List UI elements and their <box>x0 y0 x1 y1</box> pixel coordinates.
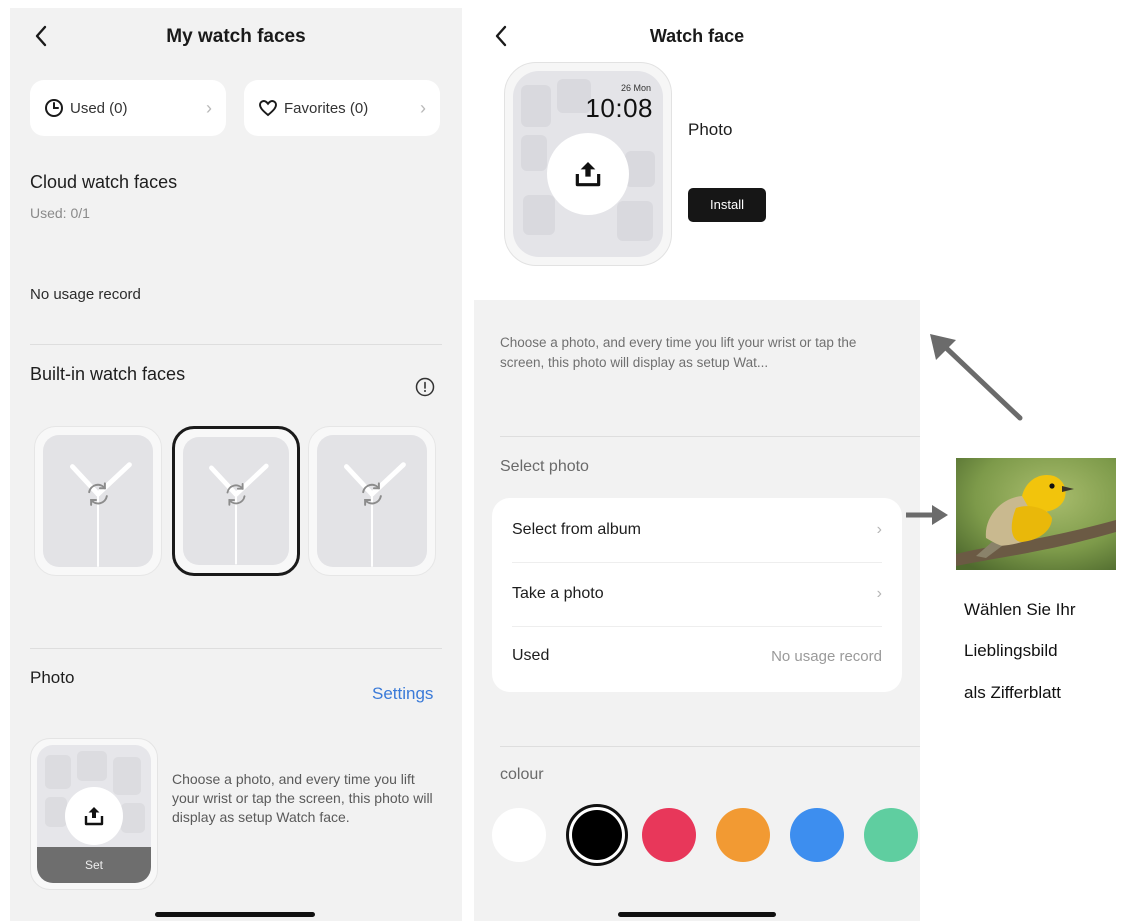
info-icon[interactable] <box>414 376 436 398</box>
upload-button[interactable] <box>547 133 629 215</box>
divider <box>30 648 442 649</box>
watch-date: 26 Mon <box>620 83 651 93</box>
set-button[interactable]: Set <box>37 847 151 883</box>
divider <box>500 436 920 437</box>
used-pill-label: Used (0) <box>70 99 128 117</box>
chevron-right-icon: › <box>420 97 426 118</box>
cloud-title: Cloud watch faces <box>30 172 178 192</box>
photo-face-card[interactable]: Set <box>30 738 158 890</box>
builtin-title: Built-in watch faces <box>30 364 186 384</box>
annotation-line-1: Wählen Sie Ihr <box>964 600 1140 620</box>
upload-icon <box>575 162 601 187</box>
select-from-album-row[interactable]: Select from album › <box>492 498 902 562</box>
annotation-text: Wählen Sie Ihr <box>964 600 1076 619</box>
photo-face-preview: Set <box>37 745 151 883</box>
install-button[interactable]: Install <box>688 188 766 222</box>
row-label: Select from album <box>512 521 641 538</box>
photo-description: Choose a photo, and every time you lift … <box>172 771 433 825</box>
favorites-pill[interactable]: Favorites (0) › <box>244 80 440 136</box>
annotation-line-2: Lieblingsbild <box>964 641 1058 660</box>
watch-face-preview <box>43 435 153 567</box>
heart-icon <box>259 100 277 117</box>
swatch-fill <box>572 810 622 860</box>
home-indicator <box>155 912 315 917</box>
arrow-icon <box>930 334 1023 421</box>
face-description: Choose a photo, and every time you lift … <box>500 335 857 370</box>
colour-swatch-orange[interactable] <box>716 808 770 862</box>
settings-link[interactable]: Settings <box>372 684 433 704</box>
upload-icon <box>84 807 104 826</box>
watch-time: 10:08 <box>585 93 653 123</box>
used-pill[interactable]: Used (0) › <box>30 80 226 136</box>
chevron-right-icon: › <box>876 521 882 538</box>
no-usage-record: No usage record <box>30 286 141 303</box>
cloud-used: Used: 0/1 <box>30 205 90 221</box>
chevron-right-icon: › <box>206 97 212 118</box>
colour-swatch-blue[interactable] <box>790 808 844 862</box>
clock-icon <box>45 99 63 117</box>
colour-swatch-red[interactable] <box>642 808 696 862</box>
page-title: Watch face <box>649 26 745 46</box>
colour-swatch-green[interactable] <box>864 808 918 862</box>
upload-button[interactable] <box>65 787 123 845</box>
colour-swatch-black-selected[interactable] <box>566 804 628 866</box>
right-screen: Watch face 26 Mon 10:08 Photo Install Ch… <box>474 8 920 921</box>
used-value: No usage record <box>771 647 882 665</box>
chevron-right-icon: › <box>876 585 882 602</box>
divider <box>500 746 920 747</box>
builtin-face-3[interactable] <box>308 426 436 576</box>
left-screen: My watch faces Used (0) › Favorites (0) … <box>10 8 462 921</box>
divider <box>30 344 442 345</box>
builtin-face-1[interactable] <box>34 426 162 576</box>
watch-face-preview <box>317 435 427 567</box>
colour-swatch-white[interactable] <box>492 808 546 862</box>
builtin-face-2-selected[interactable] <box>172 426 300 576</box>
row-label: Used <box>512 647 550 664</box>
face-name: Photo <box>688 120 733 139</box>
annotation-line-3: als Zifferblatt <box>964 683 1062 702</box>
colour-title: colour <box>500 766 544 783</box>
page-title: My watch faces <box>166 26 306 47</box>
photo-title: Photo <box>30 668 75 687</box>
take-a-photo-row[interactable]: Take a photo › <box>492 562 902 626</box>
home-indicator <box>618 912 776 917</box>
select-photo-list: Select from album › Take a photo › Used … <box>492 498 902 692</box>
used-row: Used No usage record <box>492 624 902 688</box>
arrow-icon <box>906 505 948 525</box>
select-photo-title: Select photo <box>500 458 589 475</box>
row-label: Take a photo <box>512 585 604 602</box>
favorites-pill-label: Favorites (0) <box>284 99 369 117</box>
watch-face-preview <box>183 437 289 565</box>
photo-watch-preview: 26 Mon 10:08 <box>504 62 672 266</box>
sample-bird-photo <box>956 458 1116 570</box>
